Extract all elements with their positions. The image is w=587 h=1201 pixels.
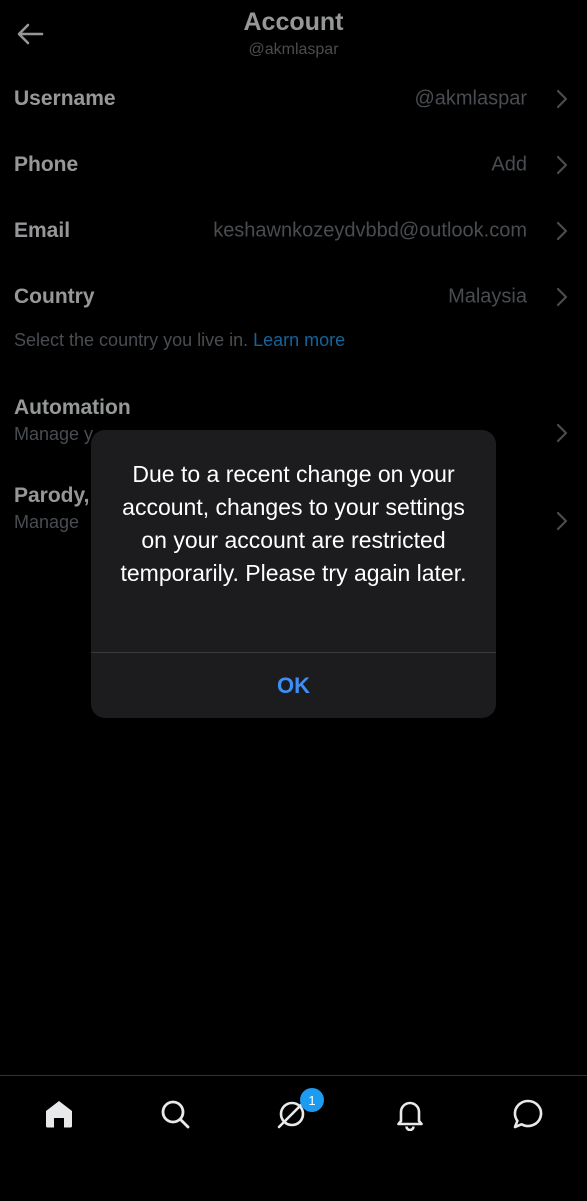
tab-messages[interactable] — [508, 1094, 548, 1134]
bottom-tab-bar — [0, 1075, 587, 1201]
bell-icon — [397, 1101, 423, 1131]
alert-message: Due to a recent change on your account, … — [120, 461, 467, 586]
messages-icon — [513, 1099, 543, 1129]
ok-button[interactable]: OK — [91, 653, 496, 718]
search-icon — [161, 1100, 190, 1129]
home-icon — [46, 1101, 72, 1128]
notification-badge: 1 — [300, 1088, 324, 1112]
tab-home[interactable] — [39, 1094, 79, 1134]
tab-search[interactable] — [155, 1094, 195, 1134]
tab-notifications[interactable] — [390, 1094, 430, 1134]
restriction-alert-dialog: Due to a recent change on your account, … — [91, 430, 496, 718]
